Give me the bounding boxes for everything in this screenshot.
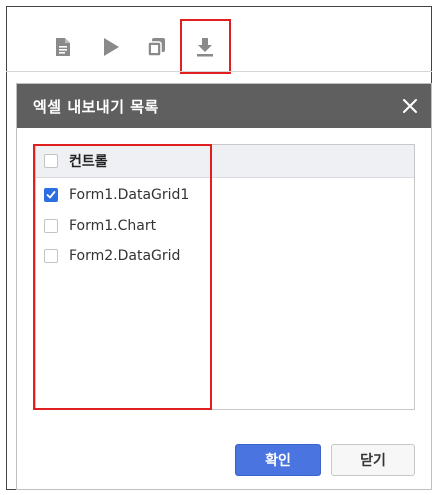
document-icon[interactable] bbox=[52, 36, 74, 58]
download-highlight-box bbox=[180, 19, 231, 74]
close-button[interactable]: 닫기 bbox=[331, 444, 415, 476]
list-item-label: Form1.Chart bbox=[69, 218, 157, 234]
close-icon[interactable] bbox=[397, 93, 423, 119]
copy-icon[interactable] bbox=[146, 36, 168, 58]
item-checkbox[interactable] bbox=[44, 249, 58, 263]
play-icon[interactable] bbox=[100, 36, 122, 58]
confirm-button[interactable]: 확인 bbox=[235, 444, 321, 476]
list-item[interactable]: Form2.DataGrid bbox=[36, 241, 414, 271]
list-item[interactable]: Form1.Chart bbox=[36, 211, 414, 241]
list-item-label: Form2.DataGrid bbox=[69, 248, 181, 264]
dialog-title: 엑셀 내보내기 목록 bbox=[33, 98, 159, 116]
control-list: 컨트롤 Form1.DataGrid1 Form1.Chart Form2.Da… bbox=[35, 144, 415, 410]
list-header-label: 컨트롤 bbox=[69, 154, 108, 170]
list-header-row: 컨트롤 bbox=[36, 146, 414, 176]
dialog-header: 엑셀 내보내기 목록 bbox=[17, 84, 431, 128]
list-header: 컨트롤 bbox=[36, 145, 414, 178]
list-item[interactable]: Form1.DataGrid1 bbox=[36, 180, 414, 210]
list-item-label: Form1.DataGrid1 bbox=[69, 187, 190, 203]
item-checkbox[interactable] bbox=[44, 188, 58, 202]
select-all-checkbox[interactable] bbox=[44, 154, 58, 168]
export-dialog: 엑셀 내보내기 목록 컨트롤 Form1.DataGrid1 Form1.Cha bbox=[16, 83, 432, 490]
toolbar-divider bbox=[6, 71, 432, 72]
item-checkbox[interactable] bbox=[44, 219, 58, 233]
